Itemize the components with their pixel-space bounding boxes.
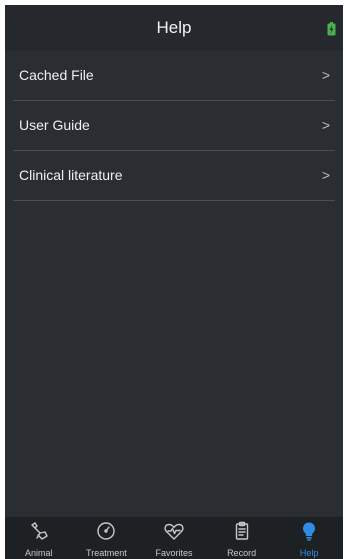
help-bulb-icon	[303, 522, 316, 541]
menu-item-label: Clinical literature	[19, 167, 123, 183]
page-title: Help	[156, 18, 192, 37]
app-screen: Help Cached File > User Guide > Clinical…	[5, 5, 343, 559]
menu-item-clinical-literature[interactable]: Clinical literature >	[13, 151, 335, 201]
help-menu-list: Cached File > User Guide > Clinical lite…	[5, 51, 343, 201]
menu-item-label: User Guide	[19, 117, 90, 133]
bottom-tab-bar: Animal Treatment Favorites Record Help	[5, 517, 343, 559]
tab-label: Record	[227, 548, 257, 558]
tab-favorites[interactable]: Favorites	[140, 517, 208, 559]
favorites-heart-icon	[164, 523, 184, 540]
animal-icon	[31, 522, 48, 540]
chevron-right-icon: >	[321, 117, 330, 133]
menu-item-user-guide[interactable]: User Guide >	[13, 101, 335, 151]
tab-treatment[interactable]: Treatment	[73, 517, 141, 559]
chevron-right-icon: >	[321, 167, 330, 183]
menu-item-label: Cached File	[19, 67, 94, 83]
tab-label: Animal	[25, 548, 53, 558]
chevron-right-icon: >	[321, 67, 330, 83]
treatment-clock-icon	[97, 522, 116, 540]
record-clipboard-icon	[235, 521, 248, 540]
tab-animal[interactable]: Animal	[5, 517, 73, 559]
tab-label: Help	[299, 548, 319, 558]
tab-label: Favorites	[155, 548, 193, 558]
tab-label: Treatment	[86, 548, 127, 558]
menu-item-cached-file[interactable]: Cached File >	[13, 51, 335, 101]
battery-charging-icon	[327, 22, 336, 36]
header-bar: Help	[5, 5, 343, 51]
tab-record[interactable]: Record	[208, 517, 276, 559]
tab-help[interactable]: Help	[275, 517, 343, 559]
